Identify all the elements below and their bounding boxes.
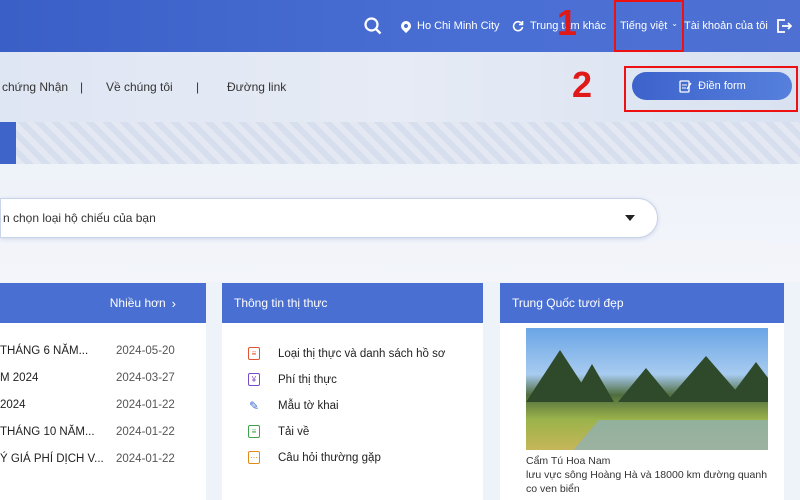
location-selector[interactable]: Ho Chi Minh City [398,0,500,52]
news-row[interactable]: 2024 2024-01-22 [0,399,206,411]
faq-icon: ⋯ [248,451,260,464]
visa-info-label: Phí thị thực [278,373,337,386]
visa-info-label: Tải về [278,425,310,438]
photo-caption-line: co ven biển [526,483,580,495]
visa-info-label: Câu hỏi thường gặp [278,451,381,464]
china-panel: Trung Quốc tươi đẹp Cẩm Tú Hoa Nam lưu v… [500,283,784,500]
news-date: 2024-03-27 [116,372,175,384]
visa-info-item[interactable]: ⋯ Câu hỏi thường gặp [248,451,381,464]
landscape-photo[interactable] [526,328,768,450]
visa-info-item[interactable]: ≡ Loại thị thực và danh sách hồ sơ [248,347,445,360]
language-label: Tiếng việt [620,20,668,32]
news-panel: Nhiều hơn › THÁNG 6 NĂM... 2024-05-20 M 2… [0,283,206,500]
news-title: THÁNG 10 NĂM... [0,426,95,438]
visa-info-item[interactable]: ≡ Tải về [248,425,309,438]
list-icon: ≡ [248,347,260,360]
visa-info-panel: Thông tin thị thực ≡ Loại thị thực và dan… [222,283,483,500]
passport-select-text: n chọn loại hộ chiếu của bạn [3,211,156,225]
news-panel-header: Nhiều hơn › [0,283,206,323]
chevron-down-icon: ⌄ [671,18,678,28]
news-row[interactable]: THÁNG 6 NĂM... 2024-05-20 [0,345,206,357]
passport-type-select[interactable]: n chọn loại hộ chiếu của bạn [0,198,658,238]
account-label: Tài khoản của tôi [684,20,768,32]
banner-tab[interactable] [0,122,16,164]
news-row[interactable]: Ý GIÁ PHÍ DỊCH V... 2024-01-22 [0,453,206,465]
nav-link-links[interactable]: Đường link [227,80,286,94]
annotation-number-1: 1 [557,2,578,43]
news-title: M 2024 [0,372,39,384]
visa-info-label: Loại thị thực và danh sách hồ sơ [278,347,446,360]
search-icon[interactable] [364,0,382,52]
more-link[interactable]: Nhiều hơn [110,296,166,310]
visa-info-label: Mẫu tờ khai [278,399,339,412]
logout-icon[interactable] [776,0,792,52]
pen-icon: ✎ [248,398,260,413]
map-pin-icon [398,18,414,34]
nav-separator: | [80,80,84,94]
annotation-number-2: 2 [572,64,593,105]
top-bar: Ho Chi Minh City Trung tâm khác Tiếng vi… [0,0,800,52]
chevron-right-icon: › [171,295,176,311]
banner-strip [0,122,800,164]
news-row[interactable]: THÁNG 10 NĂM... 2024-01-22 [0,426,206,438]
news-date: 2024-01-22 [116,399,175,411]
fee-icon: ¥ [248,373,260,386]
fill-form-label: Điền form [698,80,746,92]
nav-link-certificate[interactable]: chứng Nhận [2,80,68,94]
language-selector[interactable]: Tiếng việt ⌄ [614,0,684,52]
news-date: 2024-01-22 [116,426,175,438]
news-title: THÁNG 6 NĂM... [0,345,89,357]
visa-info-item[interactable]: ¥ Phí thị thực [248,373,337,386]
nav-separator: | [196,80,200,94]
news-title: 2024 [0,399,26,411]
location-label: Ho Chi Minh City [417,20,500,32]
news-date: 2024-05-20 [116,345,175,357]
account-link[interactable]: Tài khoản của tôi [684,0,768,52]
download-icon: ≡ [248,425,260,438]
fill-form-button[interactable]: Điền form [632,72,792,100]
china-panel-title: Trung Quốc tươi đẹp [512,296,624,310]
photo-caption-title: Cẩm Tú Hoa Nam [526,455,611,467]
caret-down-icon [625,215,635,221]
news-row[interactable]: M 2024 2024-03-27 [0,372,206,384]
form-edit-icon [679,80,692,93]
refresh-icon [512,20,524,32]
china-panel-header: Trung Quốc tươi đẹp [500,283,784,323]
visa-info-header: Thông tin thị thực [222,283,483,323]
news-date: 2024-01-22 [116,453,175,465]
visa-info-title: Thông tin thị thực [234,296,328,310]
nav-link-about[interactable]: Về chúng tôi [106,80,173,94]
photo-caption-line: lưu vực sông Hoàng Hà và 18000 km đường … [526,469,768,481]
news-title: Ý GIÁ PHÍ DỊCH V... [0,453,104,465]
visa-info-item[interactable]: ✎ Mẫu tờ khai [248,398,339,413]
